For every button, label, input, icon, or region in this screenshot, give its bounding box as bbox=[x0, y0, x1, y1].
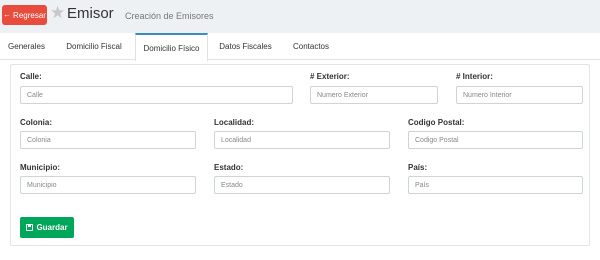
page-subtitle: Creación de Emisores bbox=[125, 11, 214, 21]
tab-bar: Generales Domicilio Fiscal Domicilio Fís… bbox=[0, 33, 600, 61]
save-button-label: Guardar bbox=[36, 223, 68, 232]
back-button[interactable]: ← Regresar bbox=[2, 5, 47, 25]
tab-label: Datos Fiscales bbox=[219, 42, 272, 51]
star-icon[interactable]: ★ bbox=[50, 4, 65, 21]
calle-label: Calle: bbox=[20, 72, 42, 81]
tab-contactos[interactable]: Contactos bbox=[283, 33, 339, 60]
municipio-label: Municipio: bbox=[20, 163, 60, 172]
page-header: ← Regresar ★ Emisor Creación de Emisores bbox=[0, 0, 600, 32]
save-button[interactable]: Guardar bbox=[20, 217, 74, 238]
colonia-input[interactable]: Colonia bbox=[20, 131, 196, 149]
interior-label: # Interior: bbox=[456, 72, 493, 81]
estado-input[interactable]: Estado bbox=[214, 176, 390, 194]
arrow-left-icon: ← bbox=[3, 10, 12, 19]
localidad-input[interactable]: Localidad bbox=[214, 131, 390, 149]
floppy-disk-icon bbox=[26, 224, 34, 231]
municipio-input[interactable]: Municipio bbox=[20, 176, 196, 194]
colonia-label: Colonia: bbox=[20, 118, 52, 127]
calle-input[interactable]: Calle bbox=[20, 86, 293, 104]
tab-domicilio-fiscal[interactable]: Domicilio Fiscal bbox=[53, 33, 135, 60]
page-title: Emisor bbox=[67, 5, 114, 22]
tab-label: Generales bbox=[8, 42, 45, 51]
tab-generales[interactable]: Generales bbox=[0, 33, 53, 60]
tab-datos-fiscales[interactable]: Datos Fiscales bbox=[208, 33, 283, 60]
interior-input[interactable]: Numero Interior bbox=[456, 86, 583, 104]
codigo-postal-label: Codigo Postal: bbox=[408, 118, 465, 127]
exterior-label: # Exterior: bbox=[310, 72, 350, 81]
pais-label: País: bbox=[408, 163, 428, 172]
localidad-label: Localidad: bbox=[214, 118, 255, 127]
estado-label: Estado: bbox=[214, 163, 244, 172]
tab-domicilio-fisico[interactable]: Domicilio Físico bbox=[135, 33, 208, 61]
codigo-postal-input[interactable]: Codigo Postal bbox=[408, 131, 583, 149]
exterior-input[interactable]: Numero Exterior bbox=[310, 86, 438, 104]
tab-label: Contactos bbox=[292, 42, 330, 51]
pais-input[interactable]: País bbox=[408, 176, 583, 194]
back-button-label: Regresar bbox=[13, 10, 46, 20]
tab-label: Domicilio Fiscal bbox=[66, 42, 122, 51]
tab-label: Domicilio Físico bbox=[143, 43, 200, 53]
